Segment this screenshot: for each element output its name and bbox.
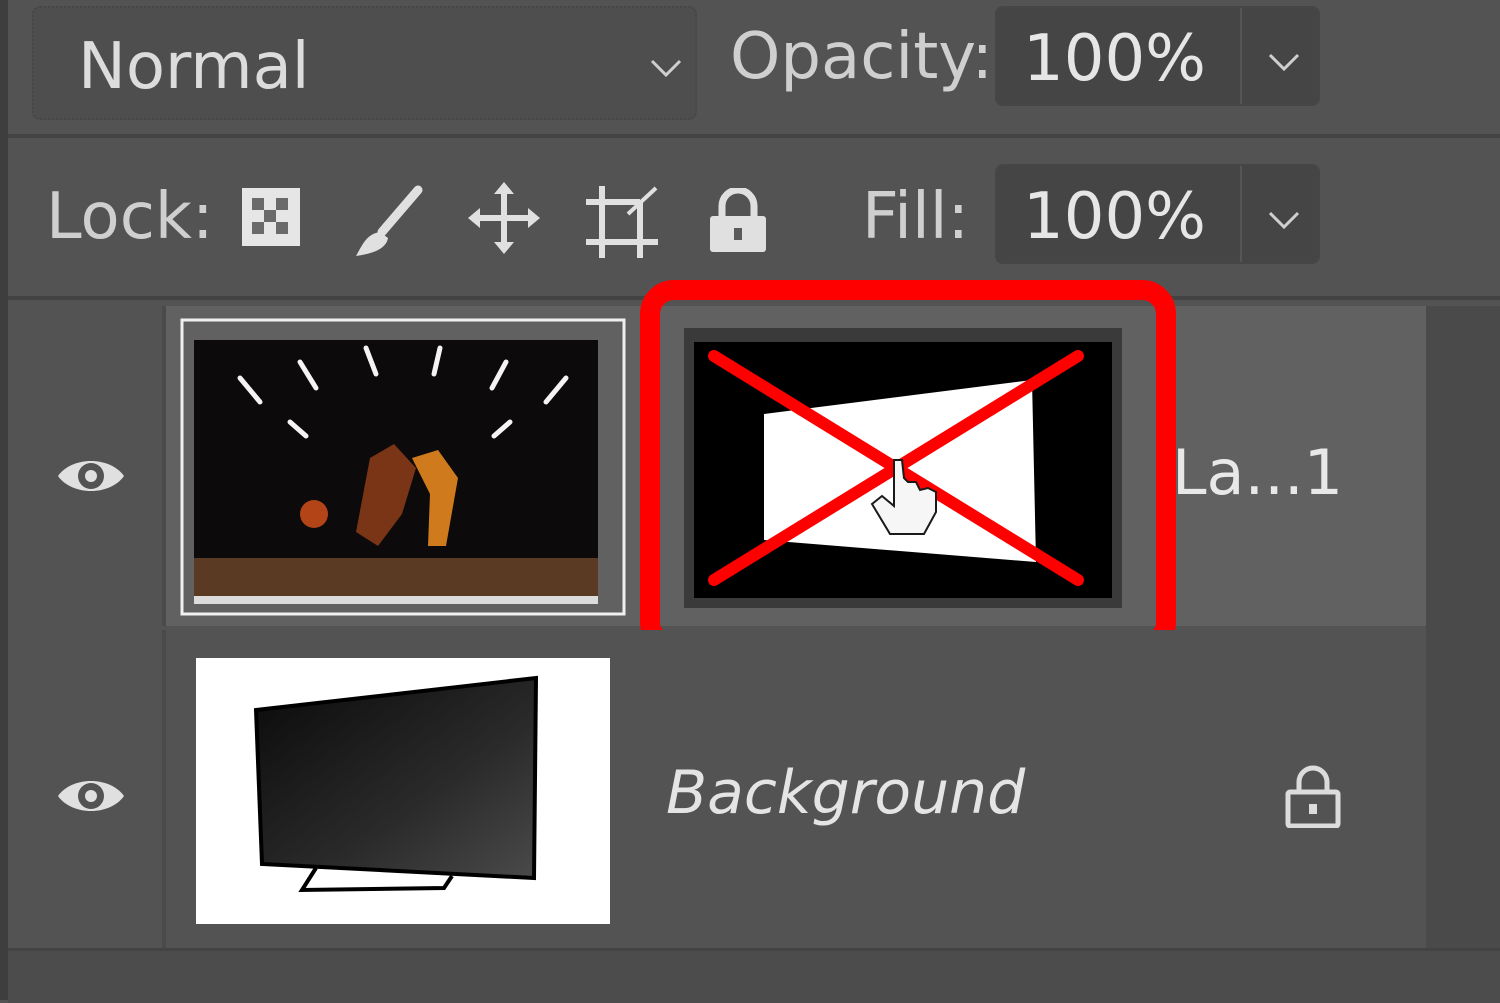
visibility-column bbox=[8, 306, 166, 626]
opacity-label: Opacity: bbox=[730, 20, 994, 94]
panel-bottom bbox=[8, 948, 1500, 1003]
lock-position-icon[interactable] bbox=[468, 182, 540, 254]
layer-thumbnail[interactable] bbox=[180, 318, 626, 616]
layer-name[interactable]: La...1 bbox=[1172, 436, 1343, 509]
chevron-down-icon[interactable] bbox=[1267, 52, 1301, 72]
blend-mode-value: Normal bbox=[78, 30, 310, 104]
opacity-field[interactable]: 100% bbox=[995, 6, 1320, 106]
lock-artboard-icon[interactable] bbox=[584, 184, 660, 260]
highlight-box bbox=[640, 280, 1176, 656]
lock-image-pixels-icon[interactable] bbox=[352, 184, 426, 260]
blend-mode-dropdown[interactable]: Normal bbox=[32, 6, 697, 120]
lock-all-icon[interactable] bbox=[708, 188, 768, 254]
fill-value[interactable]: 100% bbox=[1023, 180, 1206, 254]
field-divider bbox=[1240, 166, 1242, 262]
lock-icon[interactable] bbox=[1284, 764, 1342, 828]
layer-name[interactable]: Background bbox=[666, 758, 1025, 828]
fill-label: Fill: bbox=[862, 180, 970, 254]
toolbar-divider bbox=[8, 134, 1500, 138]
background-thumbnail[interactable] bbox=[196, 658, 610, 924]
panel-scroll-gutter bbox=[1426, 306, 1500, 948]
field-divider bbox=[1240, 8, 1242, 104]
lock-transparent-pixels-icon[interactable] bbox=[240, 186, 302, 248]
chevron-down-icon bbox=[650, 59, 682, 78]
panel-left-edge bbox=[0, 0, 8, 1000]
eye-icon[interactable] bbox=[56, 454, 126, 498]
chevron-down-icon[interactable] bbox=[1267, 210, 1301, 230]
lock-label: Lock: bbox=[46, 180, 214, 254]
eye-icon[interactable] bbox=[56, 774, 126, 818]
opacity-value[interactable]: 100% bbox=[1023, 22, 1206, 96]
layer-row-background[interactable]: Background bbox=[8, 630, 1426, 948]
visibility-column bbox=[8, 630, 166, 948]
fill-field[interactable]: 100% bbox=[995, 164, 1320, 264]
